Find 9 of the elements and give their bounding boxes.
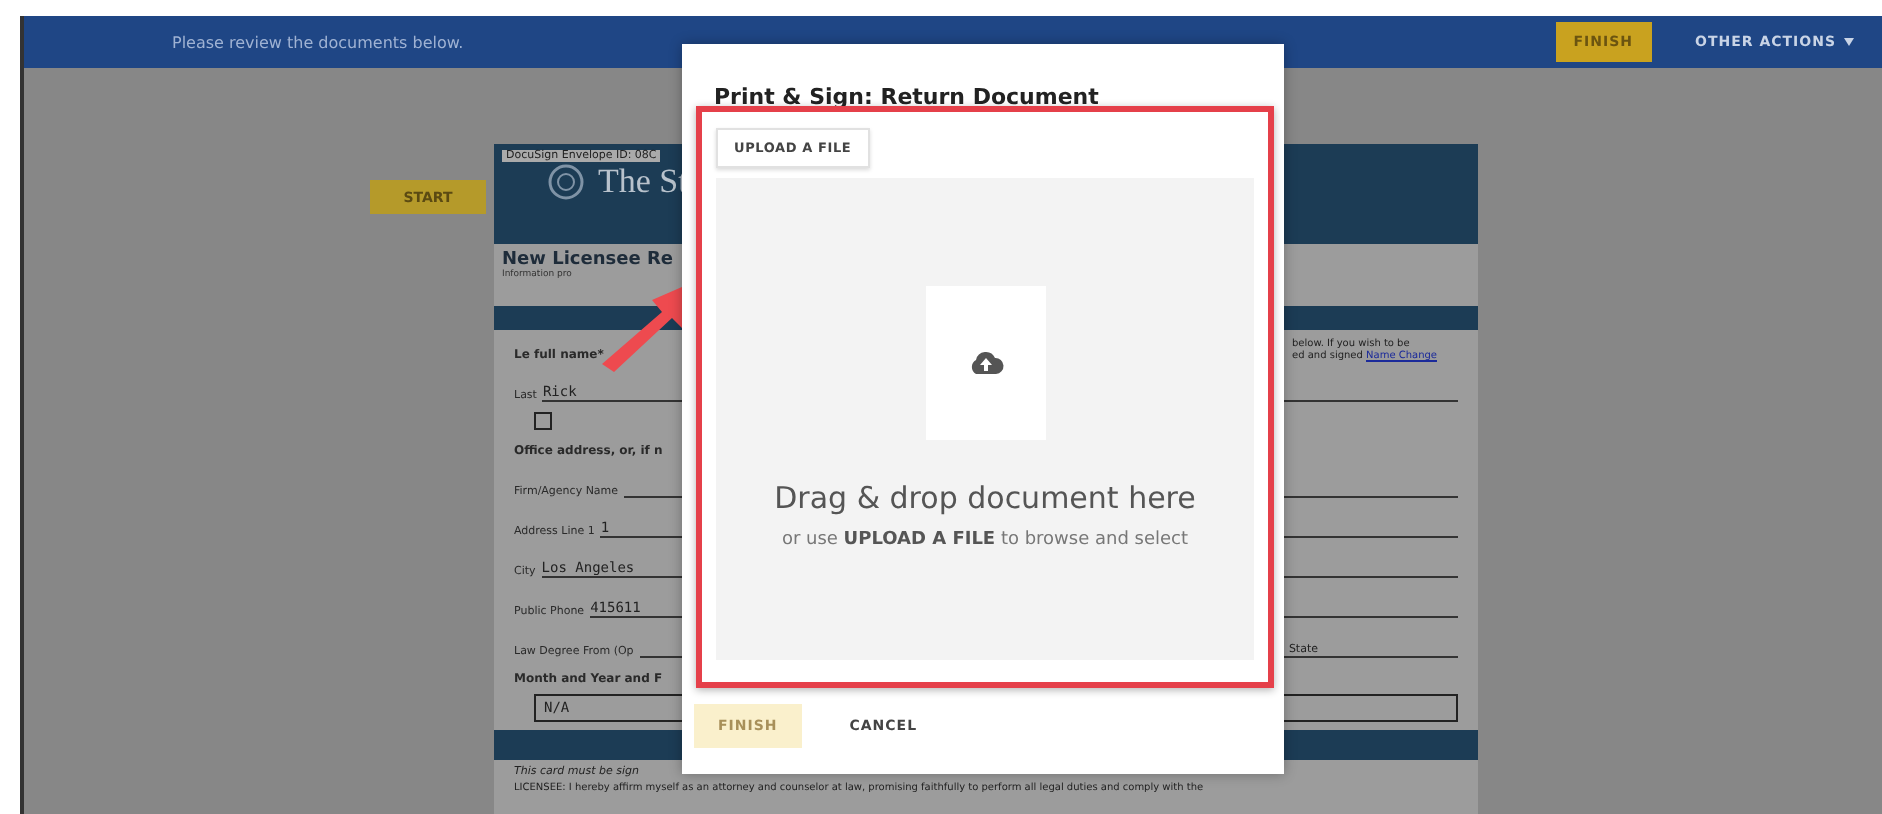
caret-icon — [1844, 38, 1854, 46]
form-title: New Licensee Re — [502, 250, 675, 270]
drop-zone[interactable]: Drag & drop document here or use UPLOAD A FILE to browse and select — [716, 178, 1254, 660]
drop-hint: or use UPLOAD A FILE to browse and select — [781, 530, 1189, 550]
checkbox[interactable] — [534, 412, 552, 430]
review-message: Please review the documents below. — [172, 33, 466, 51]
drop-title: Drag & drop document here — [774, 480, 1196, 516]
cloud-upload-icon — [967, 350, 1003, 376]
seal-icon — [546, 162, 586, 202]
